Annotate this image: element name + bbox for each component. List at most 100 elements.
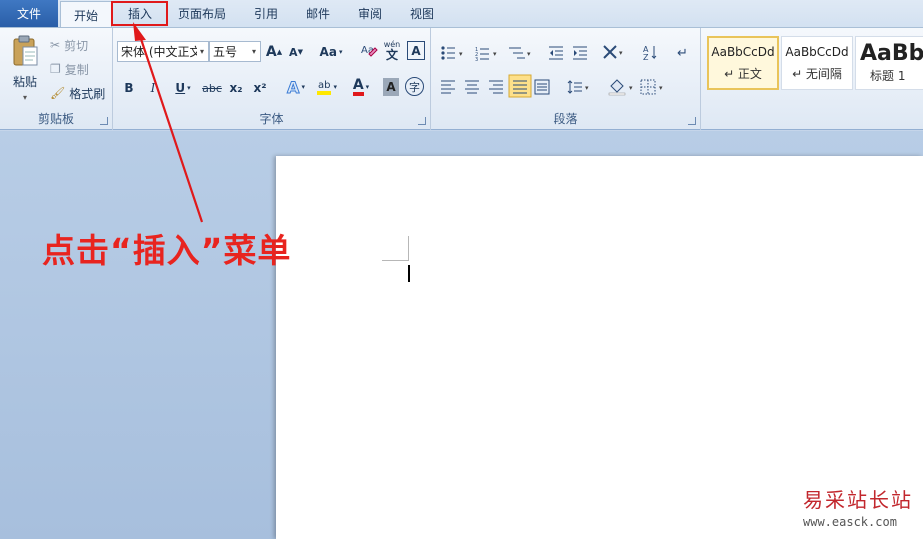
- paste-label: 粘贴: [12, 74, 37, 89]
- multilevel-list-icon[interactable]: ▾: [509, 47, 531, 59]
- style-normal-sample: AaBbCcDd: [711, 44, 775, 59]
- show-marks-icon[interactable]: ↵: [677, 46, 688, 61]
- align-center-icon[interactable]: [465, 80, 479, 94]
- bold-button[interactable]: B: [121, 78, 137, 98]
- style-heading-1[interactable]: AaBb 标题 1: [855, 36, 923, 90]
- char-border-button[interactable]: A: [407, 41, 425, 60]
- paragraph-controls: ▾ 123▾ ▾ ▾ AZ ↵ ▾ ▾ ▾: [441, 45, 688, 98]
- insert-tab-highlight-box: [111, 1, 168, 26]
- borders-icon[interactable]: ▾: [640, 79, 663, 95]
- superscript-button[interactable]: x²: [251, 78, 269, 98]
- subscript-button[interactable]: x₂: [227, 78, 245, 98]
- tab-file[interactable]: 文件: [0, 0, 58, 27]
- font-name-value: 宋体 (中文正文: [121, 45, 197, 59]
- styles-group: AaBbCcDd ↵ 正文 AaBbCcDd ↵ 无间隔 AaBb 标题 1: [701, 28, 923, 130]
- margin-corner-mark: [382, 260, 408, 261]
- justify-active-bg: [508, 74, 532, 98]
- format-painter-button[interactable]: 🖌 格式刷: [50, 84, 105, 102]
- chinese-layout-icon[interactable]: ▾: [603, 45, 623, 59]
- grow-font-icon: A: [265, 44, 277, 60]
- text-effect-icon: A: [287, 77, 300, 97]
- increase-indent-icon[interactable]: [573, 46, 587, 60]
- font-color-icon: A: [352, 78, 364, 96]
- clipboard-launcher-icon[interactable]: [100, 117, 108, 125]
- underline-button[interactable]: U ▾: [169, 78, 197, 98]
- watermark: 易采站长站 www.easck.com: [803, 484, 923, 529]
- change-case-button[interactable]: Aa ▾: [317, 42, 345, 62]
- char-border-icon: A: [411, 43, 421, 58]
- watermark-url: www.easck.com: [803, 515, 897, 529]
- clear-format-button[interactable]: Aa: [359, 40, 379, 62]
- shading-icon[interactable]: ▾: [608, 79, 633, 96]
- highlight-button[interactable]: ab ▾: [311, 76, 343, 98]
- svg-text:3: 3: [475, 57, 478, 63]
- change-case-icon: Aa: [319, 45, 337, 59]
- italic-button[interactable]: I: [145, 78, 161, 98]
- style-normal-label: ↵ 正文: [724, 66, 762, 81]
- style-normal[interactable]: AaBbCcDd ↵ 正文: [707, 36, 779, 90]
- font-launcher-icon[interactable]: [418, 117, 426, 125]
- paste-icon: [13, 35, 38, 65]
- ribbon: 粘贴 ▾ ✂ 剪切 ❐ 复制 🖌 格式刷 剪贴板 宋体 (中文正文 ▾ 五号 ▾…: [0, 27, 923, 130]
- strikethrough-button[interactable]: abc: [201, 78, 223, 98]
- tab-review[interactable]: 审阅: [344, 0, 396, 27]
- paste-button[interactable]: 粘贴 ▾: [6, 32, 44, 104]
- style-heading-1-label: 标题 1: [870, 68, 906, 83]
- clipboard-group-label: 剪贴板: [37, 112, 74, 126]
- tab-home[interactable]: 开始: [60, 1, 112, 28]
- clear-format-icon: Aa: [361, 45, 378, 57]
- font-name-combo[interactable]: 宋体 (中文正文 ▾: [117, 41, 209, 62]
- ribbon-tab-bar: 文件 开始 插入 页面布局 引用 邮件 审阅 视图: [0, 0, 923, 28]
- paragraph-group-label: 段落: [553, 112, 578, 126]
- font-color-button[interactable]: A ▾: [347, 76, 375, 98]
- font-name-dropdown-icon[interactable]: ▾: [196, 42, 208, 61]
- tab-page-layout[interactable]: 页面布局: [170, 0, 234, 27]
- cut-button[interactable]: ✂ 剪切: [50, 36, 88, 54]
- shrink-font-icon: A: [289, 45, 298, 59]
- format-painter-label: 格式刷: [69, 86, 106, 101]
- copy-icon: ❐: [50, 62, 61, 76]
- copy-button[interactable]: ❐ 复制: [50, 60, 89, 78]
- shrink-font-button[interactable]: A ▼: [287, 42, 305, 62]
- distributed-icon[interactable]: [534, 79, 550, 95]
- watermark-name: 易采站长站: [803, 488, 913, 512]
- style-heading-1-sample: AaBb: [860, 40, 923, 66]
- paragraph-launcher-icon[interactable]: [688, 117, 696, 125]
- svg-text:▾: ▾: [629, 84, 633, 92]
- bullets-icon[interactable]: ▾: [441, 46, 463, 60]
- style-no-spacing[interactable]: AaBbCcDd ↵ 无间隔: [781, 36, 853, 90]
- pinyin-guide-button[interactable]: wén 文: [381, 40, 403, 62]
- align-left-icon[interactable]: [441, 80, 455, 94]
- underline-icon: U: [175, 81, 186, 95]
- svg-text:▾: ▾: [459, 50, 463, 58]
- pinyin-char-icon: 文: [385, 48, 398, 62]
- svg-text:↵: ↵: [677, 46, 688, 61]
- document-page[interactable]: [276, 156, 923, 539]
- tab-mailings[interactable]: 邮件: [292, 0, 344, 27]
- style-no-spacing-label: ↵ 无间隔: [792, 66, 842, 81]
- cut-label: 剪切: [64, 38, 89, 53]
- text-effect-button[interactable]: A ▾: [281, 76, 311, 98]
- tab-view[interactable]: 视图: [396, 0, 448, 27]
- scissors-icon: ✂: [50, 38, 61, 52]
- decrease-indent-icon[interactable]: [549, 46, 563, 60]
- font-size-dropdown-icon[interactable]: ▾: [248, 42, 260, 61]
- tab-references[interactable]: 引用: [240, 0, 292, 27]
- copy-label: 复制: [64, 62, 89, 77]
- line-spacing-icon[interactable]: ▾: [567, 80, 589, 94]
- font-size-value: 五号: [213, 45, 238, 59]
- sort-icon[interactable]: AZ: [643, 45, 657, 62]
- highlight-icon: ab: [317, 80, 332, 95]
- paste-dropdown-icon[interactable]: ▾: [23, 93, 27, 102]
- char-shading-button[interactable]: A: [383, 78, 399, 96]
- grow-font-button[interactable]: A ▲: [265, 42, 283, 62]
- text-caret: [408, 265, 410, 282]
- align-right-icon[interactable]: [489, 80, 503, 94]
- enclose-char-button[interactable]: 字: [405, 77, 424, 96]
- margin-corner-mark-vertical: [408, 236, 409, 261]
- numbering-icon[interactable]: 123▾: [475, 47, 497, 63]
- svg-text:▾: ▾: [659, 84, 663, 92]
- font-group: 宋体 (中文正文 ▾ 五号 ▾ A ▲ A ▼ Aa ▾ Aa wén 文 A B I…: [113, 28, 431, 130]
- svg-text:Z: Z: [643, 53, 649, 62]
- font-size-combo[interactable]: 五号 ▾: [209, 41, 261, 62]
